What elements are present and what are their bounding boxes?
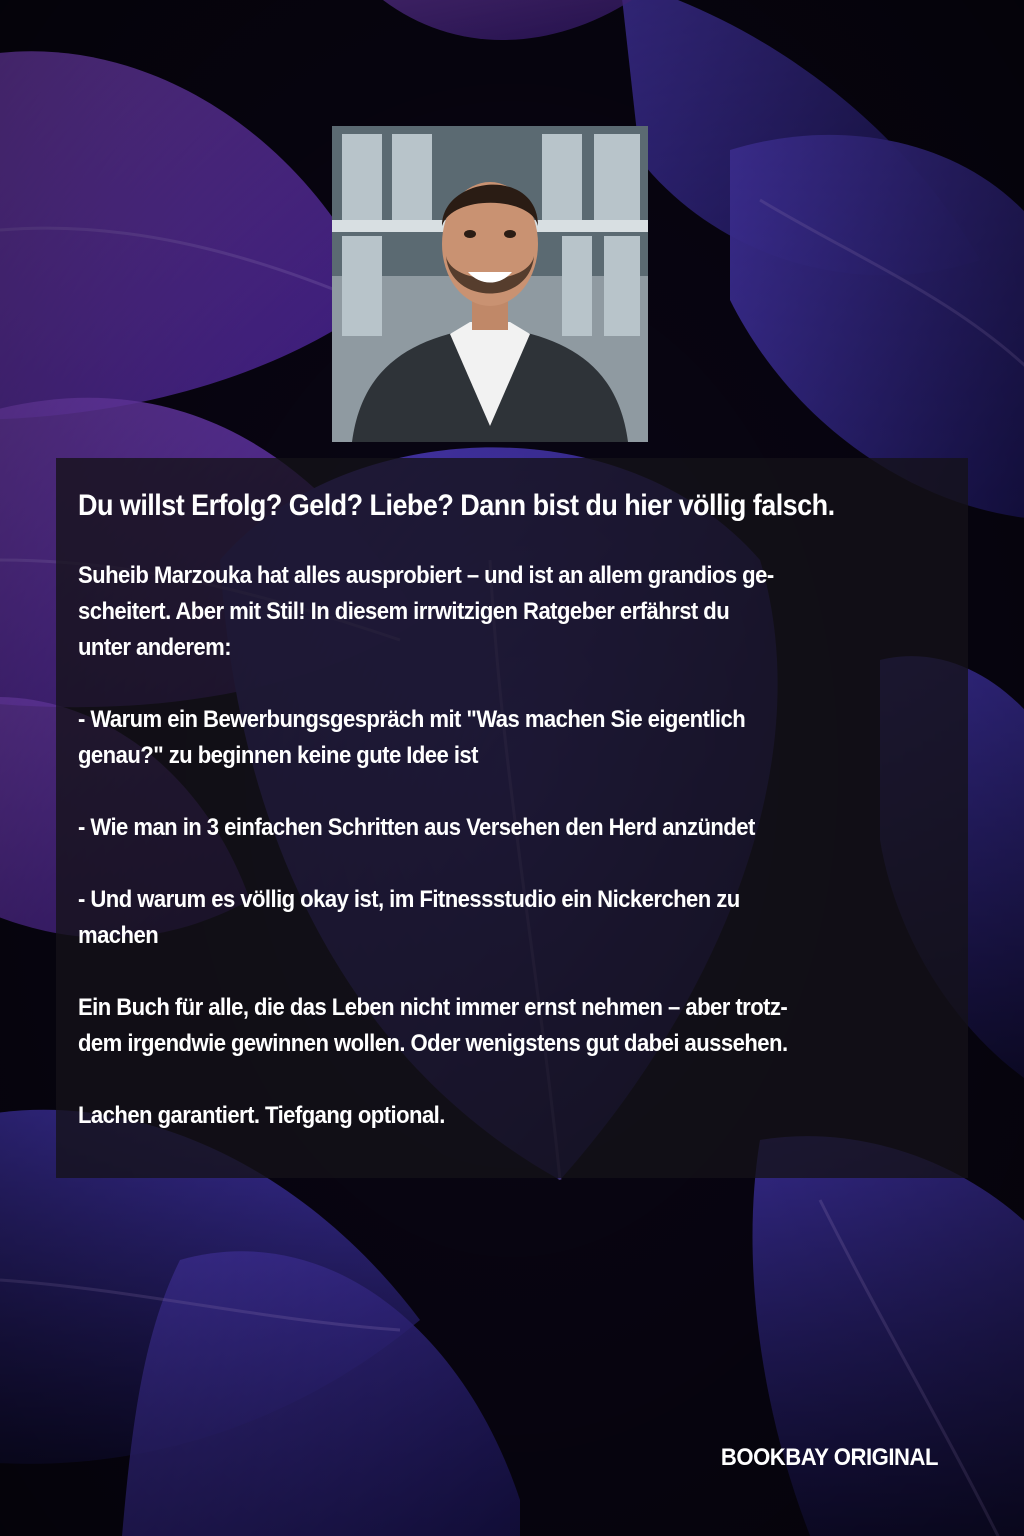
brand-label: BOOKBAY ORIGINAL [720, 1444, 939, 1471]
closing-paragraph: Ein Buch für alle, die das Leben nicht i… [78, 994, 788, 1057]
bullet-stove: - Wie man in 3 einfachen Schritten aus V… [78, 814, 755, 841]
headline: Du willst Erfolg? Geld? Liebe? Dann bist… [78, 489, 835, 522]
description-text: Du willst Erfolg? Geld? Liebe? Dann bist… [78, 486, 958, 1170]
bullet-gym-nap: - Und warum es völlig okay ist, im Fitne… [78, 886, 740, 949]
author-photo [332, 126, 648, 442]
bullet-interview: - Warum ein Bewerbungsgespräch mit "Was … [78, 706, 746, 769]
intro-paragraph: Suheib Marzouka hat alles ausprobiert – … [78, 562, 774, 661]
tagline: Lachen garantiert. Tiefgang optional. [78, 1102, 445, 1129]
